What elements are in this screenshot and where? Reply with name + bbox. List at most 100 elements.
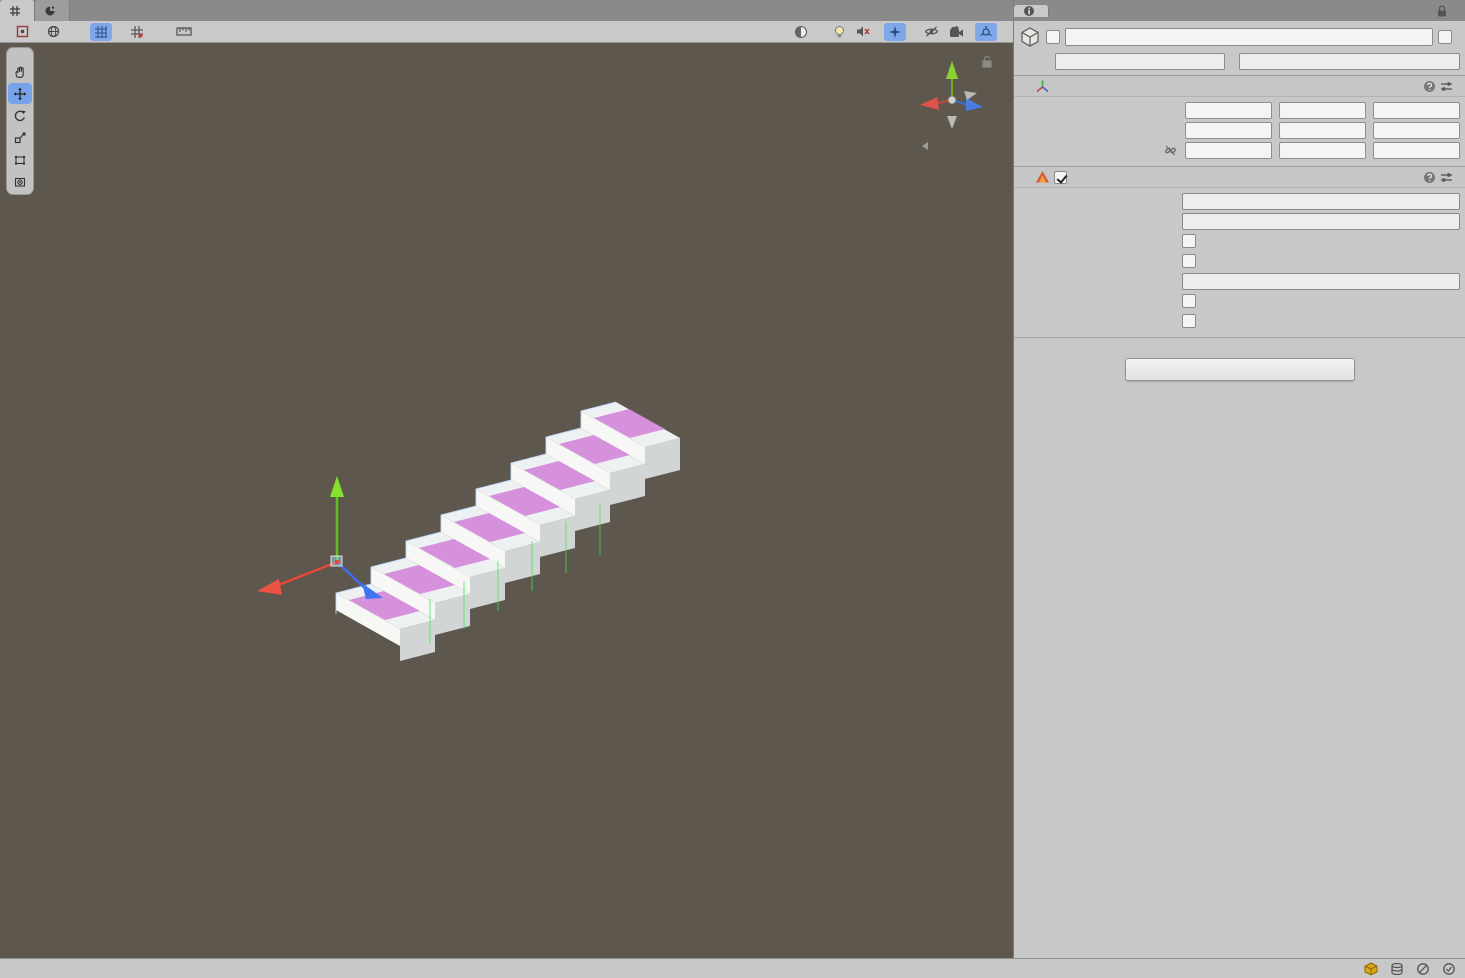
gizmo-neg-y-cone[interactable] (947, 116, 957, 129)
hidden-objects-button[interactable] (920, 23, 943, 41)
navmeshmodifier-component (1014, 166, 1465, 337)
scale-link-icon[interactable] (1164, 144, 1177, 157)
gizmo-y-arrow (330, 476, 344, 497)
inspector-tabstrip (1014, 0, 1465, 21)
scale-y-field[interactable] (1279, 142, 1366, 159)
gizmos-button[interactable] (975, 23, 997, 41)
help-icon[interactable] (1423, 171, 1436, 184)
presets-icon[interactable] (1440, 172, 1453, 183)
transform-component (1014, 75, 1465, 166)
grid-visibility-button[interactable] (90, 23, 112, 41)
pivot-icon (16, 25, 29, 38)
rotation-y-field[interactable] (1279, 122, 1366, 139)
scene-tab-menu-icon[interactable] (1001, 0, 1013, 21)
transform-tool-button[interactable] (8, 171, 32, 192)
affected-agents-dropdown[interactable] (1182, 213, 1460, 230)
grid-snap-dropdown[interactable] (150, 23, 160, 41)
scale-row (1019, 140, 1460, 160)
gizmo-x-arrow (257, 579, 282, 595)
rotation-z-field[interactable] (1373, 122, 1460, 139)
translate-gizmo[interactable] (257, 476, 383, 599)
tab-game[interactable] (35, 0, 70, 21)
grid-snap-button[interactable] (126, 23, 148, 41)
package-manager-status-icon[interactable] (1363, 961, 1379, 977)
navmeshmodifier-enabled-checkbox[interactable] (1054, 171, 1067, 184)
rect-tool-icon (13, 153, 27, 167)
tools-palette (6, 47, 34, 195)
snap-increment-dropdown[interactable] (198, 23, 208, 41)
override-generate-links-checkbox[interactable] (1182, 294, 1196, 308)
scene-effects-dropdown[interactable] (908, 23, 918, 41)
layer-dropdown[interactable] (1239, 53, 1460, 70)
transform-component-icon (1035, 79, 1050, 94)
inspector-lock-icon[interactable] (1431, 5, 1453, 17)
scene-audio-button[interactable] (852, 23, 874, 41)
scale-tool-button[interactable] (8, 127, 32, 148)
grid-snap-icon (130, 25, 144, 39)
scene-viewport[interactable] (0, 43, 1013, 958)
override-area-checkbox[interactable] (1182, 254, 1196, 268)
grid-visibility-dropdown[interactable] (114, 23, 124, 41)
mode-dropdown[interactable] (1182, 193, 1460, 210)
gameobject-header (1014, 21, 1465, 75)
global-mode-button[interactable] (43, 23, 72, 41)
position-z-field[interactable] (1373, 102, 1460, 119)
position-y-field[interactable] (1279, 102, 1366, 119)
move-icon (13, 87, 27, 101)
orientation-gizmo[interactable] (920, 57, 991, 151)
snap-increment-button[interactable] (172, 23, 196, 41)
rotation-x-field[interactable] (1185, 122, 1272, 139)
gizmo-sphere-icon (979, 25, 993, 39)
generate-links-checkbox[interactable] (1182, 314, 1196, 328)
hand-tool-button[interactable] (8, 61, 32, 82)
scene-camera-button[interactable] (945, 23, 973, 41)
add-component-button[interactable] (1125, 358, 1355, 381)
gizmos-dropdown[interactable] (999, 23, 1009, 41)
status-bar (0, 958, 1465, 978)
position-x-field[interactable] (1185, 102, 1272, 119)
scale-icon (13, 131, 27, 145)
draw-mode-button[interactable] (790, 23, 817, 41)
pivot-mode-button[interactable] (12, 23, 41, 41)
presets-icon[interactable] (1440, 81, 1453, 92)
gizmo-y-cone[interactable] (946, 61, 958, 79)
grid-icon (94, 25, 108, 39)
scale-z-field[interactable] (1373, 142, 1460, 159)
move-tool-button[interactable] (8, 83, 32, 104)
static-checkbox[interactable] (1438, 30, 1452, 44)
lightbulb-icon (833, 25, 846, 39)
area-type-dropdown[interactable] (1182, 273, 1460, 290)
2d-toggle-button[interactable] (819, 23, 827, 41)
tab-scene[interactable] (0, 0, 35, 21)
tab-inspector[interactable] (1014, 5, 1049, 17)
scene-3d-view[interactable] (0, 43, 1013, 958)
apply-to-children-checkbox[interactable] (1182, 234, 1196, 248)
override-generate-links-row (1019, 291, 1460, 311)
position-row (1019, 100, 1460, 120)
cache-server-status-icon[interactable] (1389, 961, 1405, 977)
help-icon[interactable] (1423, 80, 1436, 93)
shaded-sphere-icon (794, 25, 808, 39)
rotate-icon (13, 109, 27, 123)
no-network-status-icon[interactable] (1415, 961, 1431, 977)
inspector-panel (1013, 0, 1465, 958)
background-tasks-status-icon[interactable] (1441, 961, 1457, 977)
gameobject-active-checkbox[interactable] (1046, 30, 1060, 44)
camera-icon (949, 26, 964, 38)
scene-grid-icon (9, 5, 21, 17)
eye-slash-icon (924, 25, 939, 38)
tag-dropdown[interactable] (1055, 53, 1225, 70)
gizmo-x-cone[interactable] (920, 97, 939, 110)
ruler-icon (176, 25, 192, 38)
scene-lighting-button[interactable] (829, 23, 850, 41)
scene-effects-button[interactable] (884, 23, 906, 41)
navmeshmodifier-icon (1035, 170, 1050, 184)
gameobject-name-field[interactable] (1065, 28, 1433, 46)
gizmo-z-cone[interactable] (966, 98, 983, 111)
gizmo-lock-icon[interactable] (983, 57, 991, 68)
gizmo-neg-z-cone[interactable] (964, 91, 977, 100)
rect-tool-button[interactable] (8, 149, 32, 170)
cube-icon (1019, 26, 1041, 48)
scale-x-field[interactable] (1185, 142, 1272, 159)
rotate-tool-button[interactable] (8, 105, 32, 126)
